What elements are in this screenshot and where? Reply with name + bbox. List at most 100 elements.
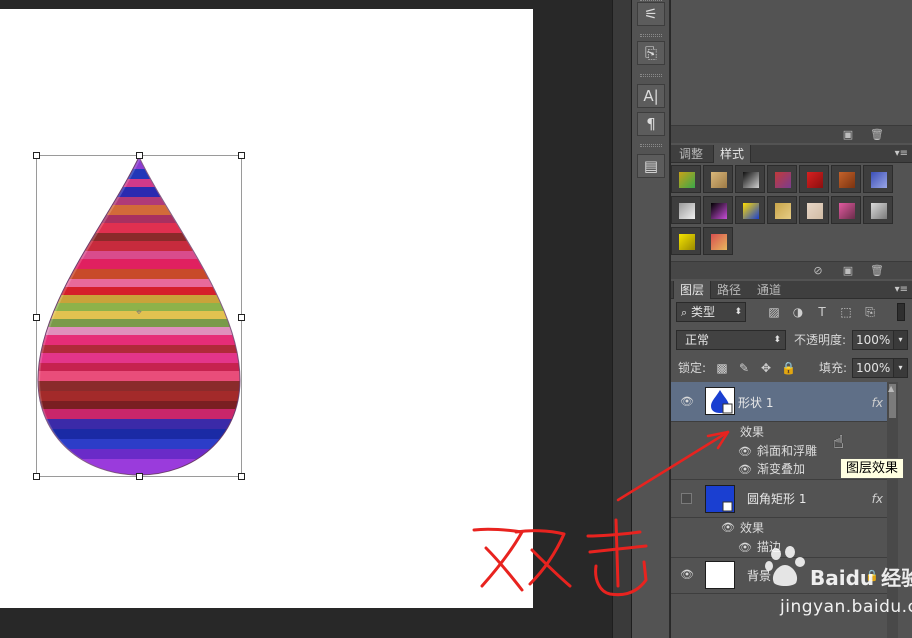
eye-icon[interactable]: 👁 (738, 542, 752, 554)
shape-filter-icon[interactable]: ⬚ (839, 305, 853, 319)
style-swatch[interactable] (735, 165, 765, 193)
transform-handle-top-left[interactable] (33, 152, 40, 159)
dock-grip[interactable] (640, 34, 662, 37)
filter-toggle[interactable] (897, 303, 905, 321)
layer-row-rounded-rect-1[interactable]: 圆角矩形 1 fx (671, 480, 887, 518)
search-icon: ⌕ (681, 306, 688, 319)
paragraph-icon[interactable]: ¶ (637, 112, 665, 136)
stepper-icon: ⬍ (773, 335, 781, 345)
adjustment-filter-icon[interactable]: ◑ (791, 305, 805, 319)
scroll-up-icon[interactable]: ▲ (888, 384, 894, 393)
lock-position-icon[interactable]: ✥ (759, 361, 773, 375)
fill-value: 100% (856, 361, 891, 375)
tab-channels[interactable]: 通道 (751, 281, 787, 299)
lock-all-icon[interactable]: 🔒 (781, 361, 796, 375)
transform-handle-bottom-left[interactable] (33, 473, 40, 480)
styles-panel-tabs: 调整 样式 ▾≡ (671, 145, 912, 163)
eye-icon[interactable]: 👁 (680, 569, 694, 581)
style-swatch-preview (871, 203, 887, 219)
style-swatch-preview (711, 234, 727, 250)
style-swatch[interactable] (703, 196, 733, 224)
style-swatch[interactable] (831, 196, 861, 224)
opacity-label: 不透明度: (794, 333, 847, 347)
transform-handle-middle-right[interactable] (238, 314, 245, 321)
transform-handle-bottom-right[interactable] (238, 473, 245, 480)
layer-name[interactable]: 圆角矩形 1 (747, 492, 806, 506)
transform-center-point[interactable]: ⌖ (134, 308, 144, 318)
layer-thumbnail[interactable] (705, 485, 735, 513)
style-swatch[interactable] (703, 165, 733, 193)
style-swatch[interactable] (671, 165, 701, 193)
dock-grip[interactable] (640, 74, 662, 77)
dropdown-arrow-icon[interactable]: ▾ (893, 359, 907, 377)
style-swatch[interactable] (831, 165, 861, 193)
transform-handle-top-right[interactable] (238, 152, 245, 159)
lock-paint-icon[interactable]: ✎ (737, 361, 751, 375)
panel-menu-icon[interactable]: ▾≡ (895, 281, 908, 299)
watermark-brand: Baidu 经验 (810, 566, 912, 590)
style-swatch[interactable] (767, 196, 797, 224)
panel-menu-icon[interactable]: ▾≡ (895, 145, 908, 163)
tab-styles[interactable]: 样式 (713, 145, 752, 163)
brush-presets-icon[interactable]: ⚟ (637, 2, 665, 26)
layer-thumbnail[interactable] (705, 561, 735, 589)
effects-label[interactable]: 效果 (740, 521, 764, 535)
layer-row-shape-1[interactable]: 👁 形状 1 fx (671, 382, 887, 422)
smart-object-filter-icon[interactable]: ⎘ (863, 305, 877, 319)
tab-paths[interactable]: 路径 (711, 281, 747, 299)
style-swatch[interactable] (671, 227, 701, 255)
layer-thumbnail[interactable] (705, 387, 735, 415)
layer-name[interactable]: 形状 1 (738, 396, 773, 410)
clear-style-icon[interactable]: ⊘ (811, 264, 825, 277)
lock-label: 锁定: (678, 361, 707, 375)
fx-icon[interactable]: fx (872, 396, 883, 410)
notes-icon[interactable]: ▤ (637, 154, 665, 178)
blend-mode-select[interactable]: 正常 ⬍ (676, 330, 786, 350)
panel-divider[interactable] (612, 0, 632, 638)
style-swatch[interactable] (735, 196, 765, 224)
effect-gradient-overlay[interactable]: 渐变叠加 (757, 462, 805, 476)
trash-icon[interactable]: 🗑 (870, 128, 884, 141)
style-swatch[interactable] (863, 196, 893, 224)
style-swatch[interactable] (703, 227, 733, 255)
visibility-toggle[interactable] (681, 493, 692, 504)
transform-handle-top-center[interactable] (136, 152, 143, 159)
baidu-paw-logo (764, 545, 808, 587)
type-filter-icon[interactable]: T (815, 305, 829, 319)
clone-source-icon[interactable]: ⎘ (637, 41, 665, 65)
lock-transparent-icon[interactable]: ▩ (715, 361, 729, 375)
pixel-filter-icon[interactable]: ▨ (767, 305, 781, 319)
eye-icon[interactable]: 👁 (680, 396, 694, 408)
effect-bevel-emboss[interactable]: 斜面和浮雕 (757, 444, 817, 458)
dock-grip[interactable] (640, 144, 662, 147)
style-swatch-preview (679, 234, 695, 250)
collapsed-panel-dock: ⚟ ⎘ A| ¶ ▤ (632, 0, 670, 638)
transform-handle-bottom-center[interactable] (136, 473, 143, 480)
eye-icon[interactable]: 👁 (738, 446, 752, 458)
eye-icon[interactable]: 👁 (721, 522, 735, 534)
tab-layers[interactable]: 图层 (673, 281, 712, 299)
eye-icon[interactable]: 👁 (738, 464, 752, 476)
character-icon[interactable]: A| (637, 84, 665, 108)
tab-adjustments[interactable]: 调整 (673, 145, 709, 163)
fx-icon[interactable]: fx (872, 492, 883, 506)
opacity-input[interactable]: 100% ▾ (852, 330, 908, 350)
style-swatch[interactable] (671, 196, 701, 224)
effects-label[interactable]: 效果 (740, 425, 764, 439)
delete-style-icon[interactable]: 🗑 (870, 264, 884, 277)
transform-handle-middle-left[interactable] (33, 314, 40, 321)
new-style-icon[interactable]: ▣ (841, 264, 855, 277)
style-swatch-preview (711, 203, 727, 219)
style-swatch[interactable] (863, 165, 893, 193)
style-swatch-preview (679, 203, 695, 219)
document-canvas[interactable]: ⌖ (0, 9, 533, 608)
fill-input[interactable]: 100% ▾ (852, 358, 908, 378)
dropdown-arrow-icon[interactable]: ▾ (893, 331, 907, 349)
new-item-icon[interactable]: ▣ (841, 128, 855, 141)
style-swatch-preview (775, 172, 791, 188)
style-swatch[interactable] (767, 165, 797, 193)
stepper-icon: ⬍ (734, 307, 742, 317)
style-swatch[interactable] (799, 165, 829, 193)
layer-filter-select[interactable]: ⌕ 类型 ⬍ (676, 302, 746, 322)
style-swatch[interactable] (799, 196, 829, 224)
